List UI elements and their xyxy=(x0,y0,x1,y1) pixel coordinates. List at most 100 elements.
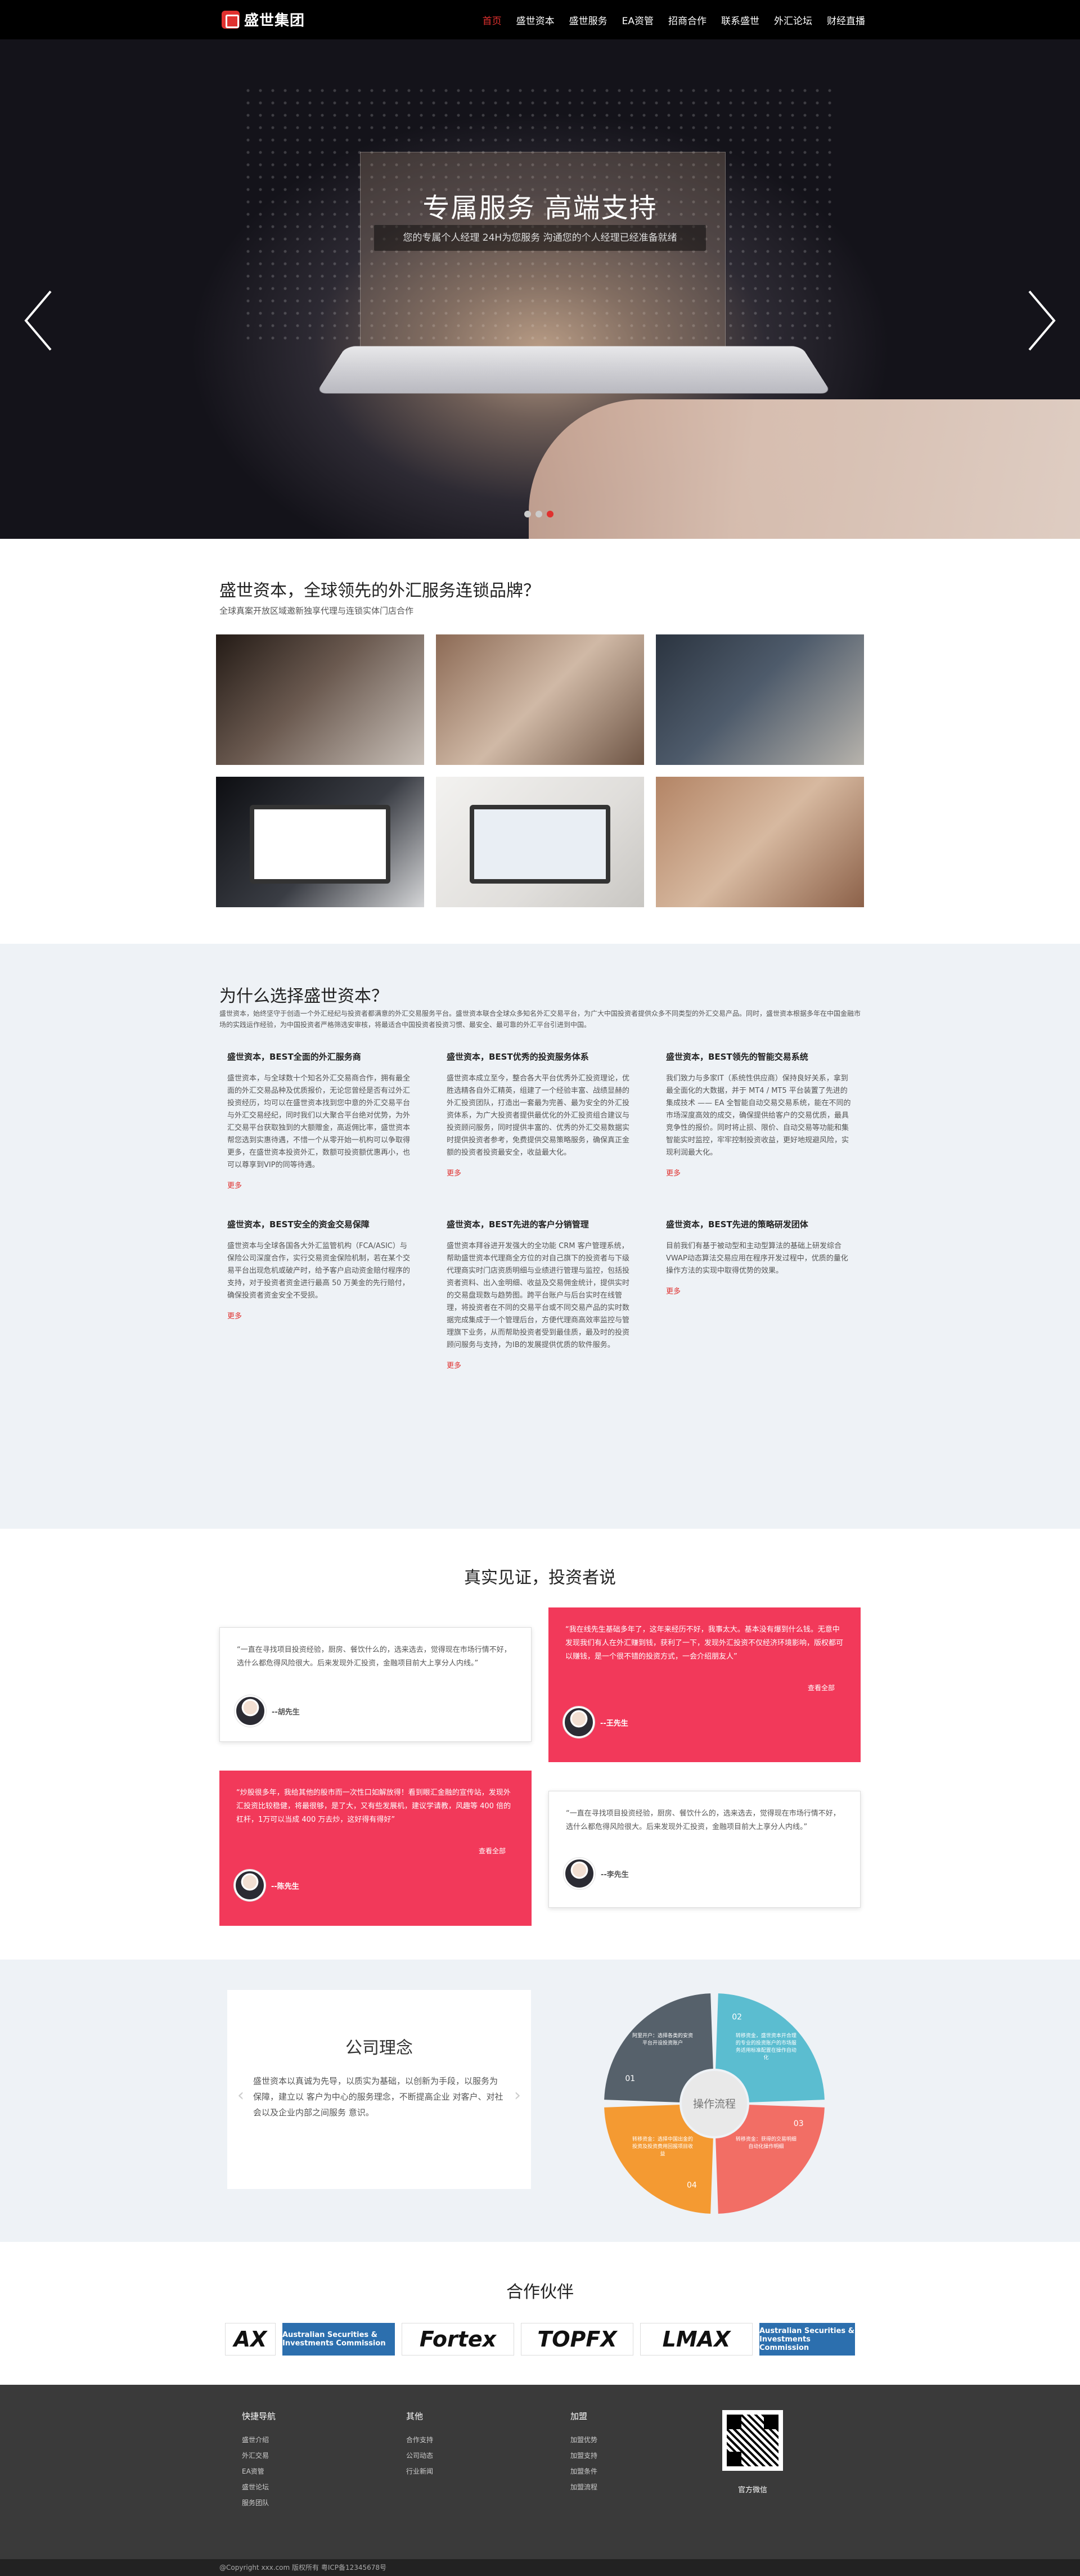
testimonial-card: “我在线先生基础多年了，这年来经历不好，我事太大。基本没有爆到什么钱。无意中发现… xyxy=(548,1607,861,1762)
feature-item: 盛世资本，BEST安全的资金交易保障 盛世资本与全球各国各大外汇监管机构（FCA… xyxy=(227,1218,413,1370)
footer-link[interactable]: 加盟流程 xyxy=(570,2479,597,2495)
testimonial-source-link[interactable]: 查看全部 xyxy=(479,1846,506,1856)
partner-logo[interactable]: Australian Securities & Investments Comm… xyxy=(759,2323,855,2356)
logo[interactable]: 盛世集团 xyxy=(222,9,305,30)
nav-link-live[interactable]: 财经直播 xyxy=(827,13,865,27)
footer-col-join: 加盟 加盟优势 加盟支持 加盟条件 加盟流程 xyxy=(570,2410,597,2495)
partner-logo[interactable]: Australian Securities & Investments Comm… xyxy=(282,2323,395,2356)
nav-link-forum[interactable]: 外汇论坛 xyxy=(774,13,812,27)
slider-dot-active[interactable] xyxy=(547,511,554,517)
feature-item: 盛世资本，BEST领先的智能交易系统 我们致力与多家IT（系统性供应商）保持良好… xyxy=(666,1051,852,1190)
nav-link-ea[interactable]: EA资管 xyxy=(622,13,654,27)
why-section: 为什么选择盛世资本？ 盛世资本，始终坚守于创造一个外汇经纪与投资者都满意的外汇交… xyxy=(0,944,1080,1529)
concept-box: 公司理念 盛世资本以真诚为先导，以质实为基础，以创新为手段，以服务为保障，建立以… xyxy=(227,1990,531,2189)
more-link[interactable]: 更多 xyxy=(227,1310,413,1321)
process-step-number: 02 xyxy=(732,2012,742,2021)
chevron-right-icon[interactable]: › xyxy=(514,2086,521,2105)
testimonial-text: “一直在寻找项目投资经验，厨房、餐饮什么的，选来选去，觉得现在市场行情不好，选什… xyxy=(566,1809,840,1831)
partner-logo[interactable]: AX xyxy=(225,2323,276,2356)
nav-link-service[interactable]: 盛世服务 xyxy=(569,13,608,27)
nav-link-capital[interactable]: 盛世资本 xyxy=(516,13,555,27)
author-name: --李先生 xyxy=(601,1870,629,1879)
more-link[interactable]: 更多 xyxy=(447,1167,632,1178)
brand-section-subtitle: 全球真案开放区域邀新独享代理与连锁实体门店合作 xyxy=(219,606,414,616)
partners-title: 合作伙伴 xyxy=(506,2282,574,2302)
testimonial-author: --王先生 xyxy=(563,1706,628,1738)
hero-title: 专属服务 高端支持 xyxy=(422,192,658,224)
testimonial-source-link[interactable]: 查看全部 xyxy=(808,1683,835,1692)
footer: 快捷导航 盛世介绍 外汇交易 EA资管 盛世论坛 服务团队 其他 合作支持 公司… xyxy=(0,2385,1080,2559)
testimonial-text: “一直在寻找项目投资经验，厨房、餐饮什么的，选来选去，觉得现在市场行情不好，选什… xyxy=(237,1646,511,1668)
process-step-text: 转移资金：获得的交易明细自动化操作明细 xyxy=(735,2136,796,2150)
why-section-title: 为什么选择盛世资本？ xyxy=(219,987,388,1006)
footer-link[interactable]: 加盟优势 xyxy=(570,2432,597,2448)
process-wheel: 01 阿里开户：选择各类的安资平台开设投资账户 02 转移资金，盛世资本开合理的专业的… xyxy=(604,1993,825,2214)
top-nav: 盛世集团 首页 盛世资本 盛世服务 EA资管 招商合作 联系盛世 外汇论坛 财经… xyxy=(0,0,1080,39)
partner-logo[interactable]: LMAX xyxy=(640,2323,753,2356)
feature-item: 盛世资本，BEST先进的客户分销管理 盛世资本拜谷进开发强大的全功能 CRM 客… xyxy=(447,1218,632,1370)
laptop-icon xyxy=(470,805,610,884)
feature-text: 盛世资本成立至今，整合各大平台优秀外汇投资理论，优胜选精各自外汇精英，组建了一个… xyxy=(447,1074,630,1157)
process-step-text: 阿里开户：选择各类的安资平台开设投资账户 xyxy=(632,2033,694,2047)
footer-col-title: 其他 xyxy=(406,2411,424,2421)
nav-links: 首页 盛世资本 盛世服务 EA资管 招商合作 联系盛世 外汇论坛 财经直播 xyxy=(483,0,865,39)
slider-dot[interactable] xyxy=(524,511,531,517)
testimonial-text: “我在线先生基础多年了，这年来经历不好，我事太大。基本没有爆到什么钱。无意中发现… xyxy=(565,1625,844,1661)
feature-text: 盛世资本，与全球数十个知名外汇交易商合作，拥有最全面的外汇交易品种及优质报价，无… xyxy=(227,1074,411,1169)
author-name: --胡先生 xyxy=(272,1708,300,1717)
process-step-number: 04 xyxy=(687,2181,697,2190)
chevron-right-icon xyxy=(1028,290,1056,351)
process-step-text: 转移资金：选择中国出金的投资及投资费用回报项目收益 xyxy=(632,2136,694,2157)
footer-link[interactable]: 行业新闻 xyxy=(406,2464,433,2479)
footer-col-other: 其他 合作支持 公司动态 行业新闻 xyxy=(406,2410,433,2479)
why-feature-grid: 盛世资本，BEST全面的外汇服务商 盛世资本，与全球数十个知名外汇交易商合作，拥… xyxy=(227,1051,863,1370)
author-name: --王先生 xyxy=(600,1719,628,1728)
more-link[interactable]: 更多 xyxy=(666,1285,852,1296)
wechat-qr-code xyxy=(722,2410,783,2471)
footer-link[interactable]: 盛世介绍 xyxy=(242,2432,276,2448)
concept-title: 公司理念 xyxy=(345,2038,413,2058)
footer-link[interactable]: EA资管 xyxy=(242,2464,276,2479)
more-link[interactable]: 更多 xyxy=(666,1167,852,1178)
avatar xyxy=(235,1695,266,1727)
feature-title: 盛世资本，BEST安全的资金交易保障 xyxy=(227,1219,370,1230)
partner-logo[interactable]: Fortex xyxy=(402,2323,514,2356)
footer-col-title: 加盟 xyxy=(570,2411,588,2421)
footer-link[interactable]: 服务团队 xyxy=(242,2495,276,2511)
avatar xyxy=(234,1870,266,1901)
feature-title: 盛世资本，BEST先进的策略研发团体 xyxy=(666,1219,808,1230)
feature-item: 盛世资本，BEST全面的外汇服务商 盛世资本，与全球数十个知名外汇交易商合作，拥… xyxy=(227,1051,413,1190)
qr-code-icon xyxy=(727,2415,778,2466)
footer-link[interactable]: 盛世论坛 xyxy=(242,2479,276,2495)
nav-link-home[interactable]: 首页 xyxy=(483,13,502,27)
logo-text: 盛世集团 xyxy=(244,12,305,29)
slider-next-button[interactable] xyxy=(1025,287,1059,354)
slider-dot[interactable] xyxy=(536,511,542,517)
concept-section: 公司理念 盛世资本以真诚为先导，以质实为基础，以创新为手段，以服务为保障，建立以… xyxy=(0,1960,1080,2242)
feature-text: 目前我们有基于被动型和主动型算法的基础上研发综合VWAP动态算法交易应用在程序开… xyxy=(666,1242,848,1275)
footer-link[interactable]: 外汇交易 xyxy=(242,2448,276,2464)
feature-text: 盛世资本拜谷进开发强大的全功能 CRM 客户管理系统，帮助盛世资本代理商全方位的… xyxy=(447,1242,630,1349)
testimonial-card: “一直在寻找项目投资经验，厨房、餐饮什么的，选来选去，觉得现在市场行情不好，选什… xyxy=(219,1627,532,1742)
footer-col-title: 快捷导航 xyxy=(242,2411,276,2421)
footer-link[interactable]: 公司动态 xyxy=(406,2448,433,2464)
footer-link[interactable]: 加盟条件 xyxy=(570,2464,597,2479)
chevron-left-icon[interactable]: ‹ xyxy=(237,2086,244,2105)
testimonial-card: “炒股很多年，我给其他的股市而一次性口如解放得！看到眼汇金融的宣传站，发现外汇投… xyxy=(219,1771,532,1926)
process-center-label: 操作流程 xyxy=(693,2098,736,2110)
slider-prev-button[interactable] xyxy=(21,287,55,354)
feature-item: 盛世资本，BEST优秀的投资服务体系 盛世资本成立至今，整合各大平台优秀外汇投资… xyxy=(447,1051,632,1190)
footer-link[interactable]: 合作支持 xyxy=(406,2432,433,2448)
partner-logo-strip: AX Australian Securities & Investments C… xyxy=(225,2323,855,2357)
nav-link-contact[interactable]: 联系盛世 xyxy=(721,13,759,27)
hero-banner: 专属服务 高端支持 您的专属个人经理 24H为您服务 沟通您的个人经理已经准备就… xyxy=(0,39,1080,539)
slider-dots xyxy=(524,511,554,517)
partner-logo[interactable]: TOPFX xyxy=(521,2323,633,2356)
nav-link-cooperation[interactable]: 招商合作 xyxy=(668,13,706,27)
more-link[interactable]: 更多 xyxy=(227,1179,413,1190)
footer-link[interactable]: 加盟支持 xyxy=(570,2448,597,2464)
why-section-intro: 盛世资本，始终坚守于创造一个外汇经纪与投资者都满意的外汇交易服务平台。盛世资本联… xyxy=(219,1010,861,1029)
gallery-photo-tablet-hands xyxy=(436,634,644,765)
more-link[interactable]: 更多 xyxy=(447,1359,632,1370)
testimonial-author: --李先生 xyxy=(564,1858,629,1889)
